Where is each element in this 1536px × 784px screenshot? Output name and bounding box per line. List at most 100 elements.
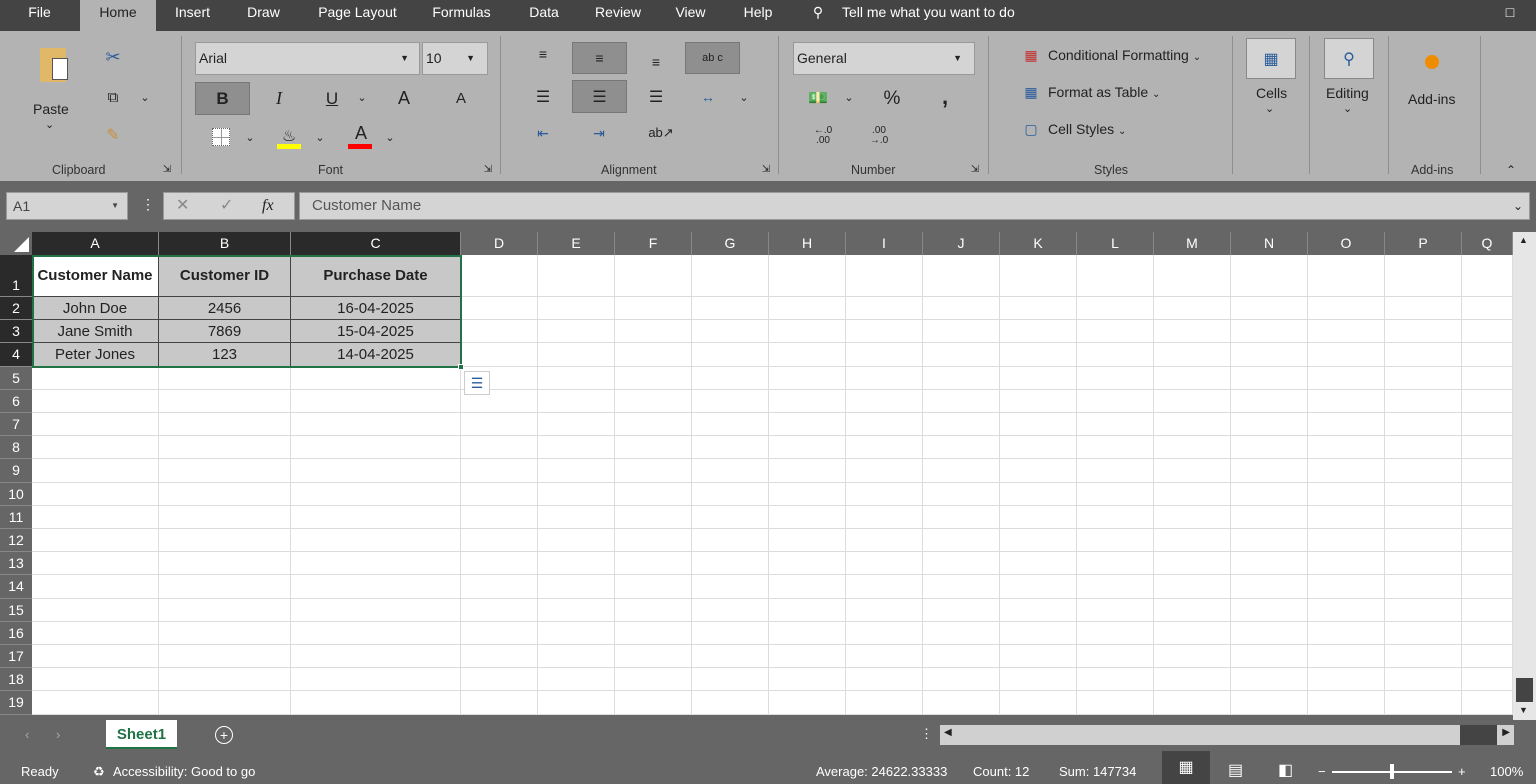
borders-icon[interactable]	[210, 126, 232, 148]
cell-l16[interactable]	[1077, 621, 1154, 645]
cell-d14[interactable]	[461, 575, 538, 599]
row-header-15[interactable]: 15	[0, 598, 32, 622]
cell-q9[interactable]	[1462, 459, 1513, 483]
cell-j17[interactable]	[923, 645, 1000, 669]
cell-n19[interactable]	[1231, 691, 1308, 715]
cell-k10[interactable]	[1000, 482, 1077, 506]
tab-draw[interactable]: Draw	[236, 0, 291, 31]
cell-e13[interactable]	[538, 552, 615, 576]
cell-p3[interactable]	[1385, 320, 1462, 344]
cell-k19[interactable]	[1000, 691, 1077, 715]
cell-j3[interactable]	[923, 320, 1000, 344]
cell-n8[interactable]	[1231, 436, 1308, 460]
cell-e6[interactable]	[538, 389, 615, 413]
cell-b11[interactable]	[159, 505, 291, 529]
cell-g9[interactable]	[692, 459, 769, 483]
cell-q4[interactable]	[1462, 343, 1513, 367]
row-header-19[interactable]: 19	[0, 691, 32, 715]
cell-h2[interactable]	[769, 297, 846, 321]
cell-i14[interactable]	[846, 575, 923, 599]
cell-m7[interactable]	[1154, 413, 1231, 437]
cell-g2[interactable]	[692, 297, 769, 321]
row-header-7[interactable]: 7	[0, 413, 32, 437]
cell-q19[interactable]	[1462, 691, 1513, 715]
comma-button[interactable]: ,	[935, 84, 955, 110]
cell-e15[interactable]	[538, 598, 615, 622]
cell-f14[interactable]	[615, 575, 692, 599]
cell-f4[interactable]	[615, 343, 692, 367]
insert-function-button[interactable]: fx	[262, 193, 274, 219]
cell-c5[interactable]	[291, 366, 461, 390]
cell-o2[interactable]	[1308, 297, 1385, 321]
cell-b10[interactable]	[159, 482, 291, 506]
cell-g7[interactable]	[692, 413, 769, 437]
cell-e17[interactable]	[538, 645, 615, 669]
select-all-button[interactable]	[0, 232, 32, 255]
cell-p6[interactable]	[1385, 389, 1462, 413]
cell-k12[interactable]	[1000, 529, 1077, 553]
cell-g16[interactable]	[692, 621, 769, 645]
cell-b16[interactable]	[159, 621, 291, 645]
cell-h6[interactable]	[769, 389, 846, 413]
bottom-align-icon[interactable]: ≡	[643, 52, 669, 72]
cell-d18[interactable]	[461, 668, 538, 692]
scrollbar-thumb[interactable]	[1516, 678, 1533, 702]
cell-e9[interactable]	[538, 459, 615, 483]
align-center-icon[interactable]: ☰	[572, 80, 627, 113]
cell-p9[interactable]	[1385, 459, 1462, 483]
cell-i12[interactable]	[846, 529, 923, 553]
row-header-18[interactable]: 18	[0, 668, 32, 692]
cell-h4[interactable]	[769, 343, 846, 367]
underline-chevron-icon[interactable]: ⌄	[355, 86, 369, 108]
cell-n3[interactable]	[1231, 320, 1308, 344]
cell-d2[interactable]	[461, 297, 538, 321]
cell-f17[interactable]	[615, 645, 692, 669]
cell-styles-button[interactable]: Cell Styles ⌄	[1048, 121, 1126, 137]
cell-b1[interactable]: Customer ID	[159, 255, 291, 297]
cell-p16[interactable]	[1385, 621, 1462, 645]
cell-m1[interactable]	[1154, 255, 1231, 297]
cell-n18[interactable]	[1231, 668, 1308, 692]
cell-q17[interactable]	[1462, 645, 1513, 669]
cell-i7[interactable]	[846, 413, 923, 437]
cell-q15[interactable]	[1462, 598, 1513, 622]
cell-l19[interactable]	[1077, 691, 1154, 715]
cell-a8[interactable]	[32, 436, 159, 460]
cell-j1[interactable]	[923, 255, 1000, 297]
cell-b7[interactable]	[159, 413, 291, 437]
cell-q16[interactable]	[1462, 621, 1513, 645]
vertical-scrollbar[interactable]: ▲ ▼	[1513, 232, 1536, 720]
column-header-b[interactable]: B	[159, 232, 291, 255]
cell-k17[interactable]	[1000, 645, 1077, 669]
cell-m15[interactable]	[1154, 598, 1231, 622]
cell-e10[interactable]	[538, 482, 615, 506]
cell-o1[interactable]	[1308, 255, 1385, 297]
cell-k11[interactable]	[1000, 505, 1077, 529]
dialog-launcher-icon[interactable]: ⇲	[968, 162, 982, 176]
cell-k14[interactable]	[1000, 575, 1077, 599]
cell-o3[interactable]	[1308, 320, 1385, 344]
decrease-decimal-button[interactable]: .00 →.0	[864, 124, 894, 148]
cell-l18[interactable]	[1077, 668, 1154, 692]
scroll-left-icon[interactable]: ◀	[944, 727, 952, 738]
column-header-k[interactable]: K	[1000, 232, 1077, 255]
cell-b2[interactable]: 2456	[159, 297, 291, 321]
cell-e5[interactable]	[538, 366, 615, 390]
row-header-5[interactable]: 5	[0, 366, 32, 390]
tab-view[interactable]: View	[668, 0, 713, 31]
horizontal-scrollbar[interactable]: ◀ ▶	[940, 725, 1514, 745]
cell-i11[interactable]	[846, 505, 923, 529]
column-header-m[interactable]: M	[1154, 232, 1231, 255]
cell-l9[interactable]	[1077, 459, 1154, 483]
cell-c8[interactable]	[291, 436, 461, 460]
cell-l13[interactable]	[1077, 552, 1154, 576]
column-header-q[interactable]: Q	[1462, 232, 1513, 255]
cell-q12[interactable]	[1462, 529, 1513, 553]
name-box[interactable]: A1 ▼	[6, 192, 128, 220]
cell-o6[interactable]	[1308, 389, 1385, 413]
row-header-13[interactable]: 13	[0, 552, 32, 576]
row-header-11[interactable]: 11	[0, 505, 32, 529]
cell-k13[interactable]	[1000, 552, 1077, 576]
cell-a19[interactable]	[32, 691, 159, 715]
column-header-i[interactable]: I	[846, 232, 923, 255]
